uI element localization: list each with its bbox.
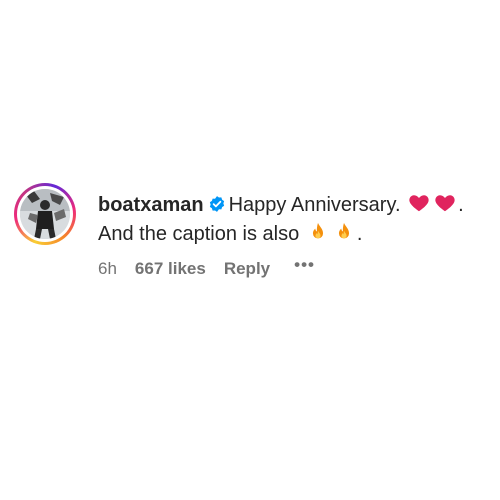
fire-icon (312, 222, 323, 239)
comment-timestamp[interactable]: 6h (98, 259, 117, 279)
likes-count-link[interactable]: 667 likes (135, 259, 206, 279)
comment-text-line1: Happy Anniversary. (228, 194, 401, 216)
comment-meta: 6h 667 likes Reply ••• (98, 255, 333, 279)
comment-text-line2-end: . (356, 223, 363, 245)
avatar-image (20, 189, 70, 239)
comment-text-line2: And the caption is also (98, 223, 300, 245)
more-options-icon[interactable]: ••• (294, 255, 315, 275)
comment-text-line1-end: . (458, 194, 464, 216)
comment-body: boatxaman Happy Anniversary. . And the ca… (98, 191, 498, 249)
username-link[interactable]: boatxaman (98, 194, 204, 216)
red-heart-icon (435, 195, 455, 212)
red-heart-icon (409, 195, 429, 212)
avatar-story-ring[interactable] (14, 183, 76, 245)
reply-button[interactable]: Reply (224, 259, 270, 279)
avatar[interactable] (20, 189, 70, 239)
fire-icon (338, 222, 349, 239)
verified-badge-icon (209, 196, 224, 212)
